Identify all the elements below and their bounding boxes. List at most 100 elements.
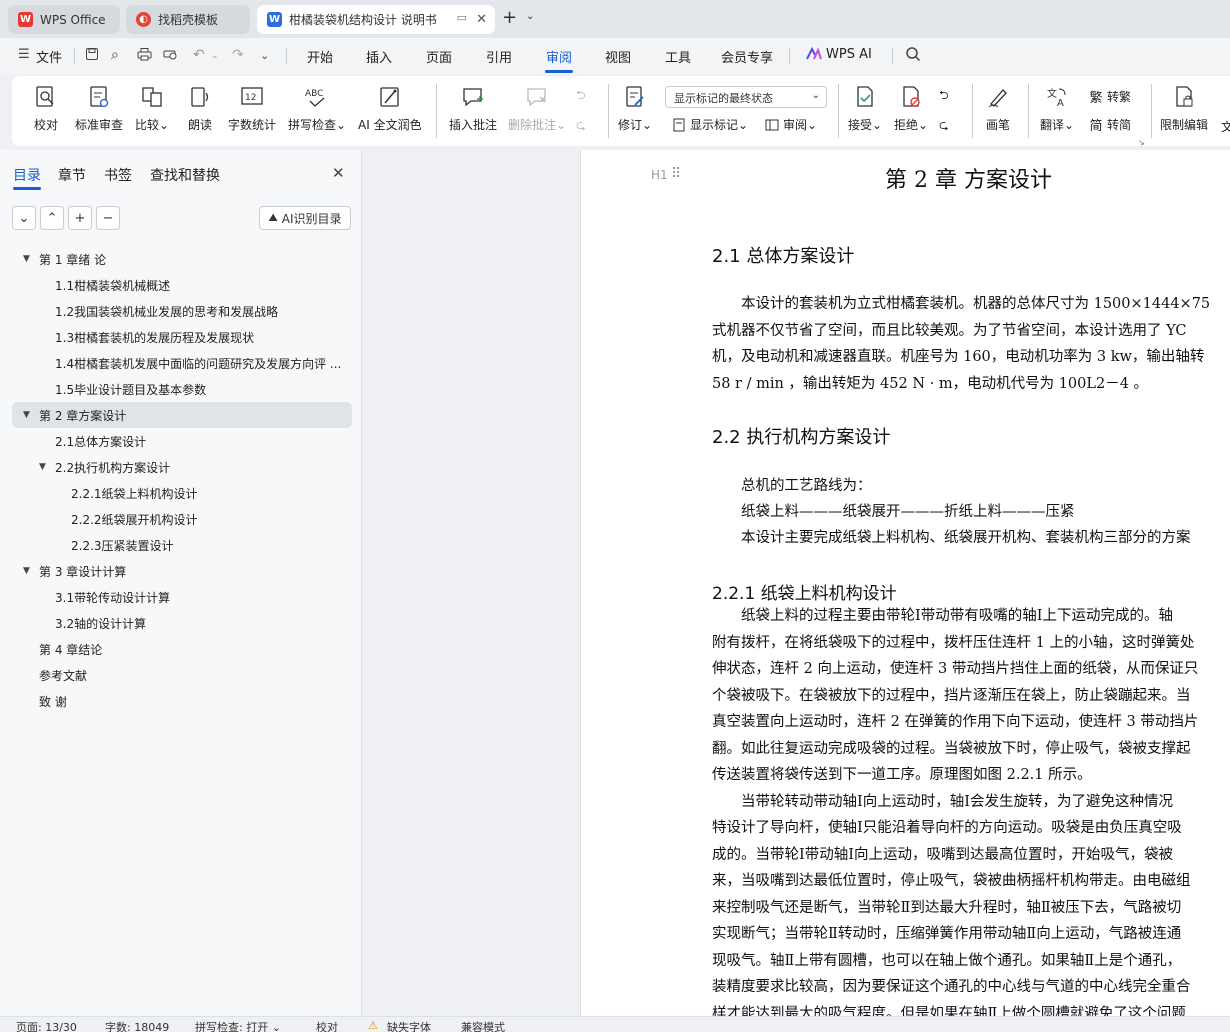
writer-doc-icon: W: [267, 12, 282, 27]
toc-item[interactable]: 2.2.3压紧装置设计: [12, 532, 352, 558]
show-markup-button[interactable]: 显示标记 ⌄: [671, 116, 748, 133]
toc-item[interactable]: 1.5毕业设计题目及基本参数: [12, 376, 352, 402]
monitor-icon[interactable]: ▭: [457, 11, 467, 24]
menu-view[interactable]: 视图: [605, 47, 631, 66]
menu-home[interactable]: 开始: [307, 47, 333, 66]
spell-check-status[interactable]: 拼写检查: 打开 ⌄: [195, 1019, 281, 1032]
toc-item[interactable]: 1.1柑橘装袋机械概述: [12, 272, 352, 298]
print-preview-icon[interactable]: [163, 47, 178, 65]
new-tab-plus-icon[interactable]: +: [502, 7, 517, 28]
add-heading-button[interactable]: +: [68, 206, 92, 230]
proofread-button[interactable]: 校对: [33, 76, 59, 146]
toc-item[interactable]: 2.2.1纸袋上料机构设计: [12, 480, 352, 506]
ink-pen-button[interactable]: 画笔: [985, 76, 1011, 146]
ribbon-launcher-icon[interactable]: ↘: [1138, 138, 1145, 147]
tab-chapters[interactable]: 章节: [58, 165, 86, 185]
review-pane-button[interactable]: 审阅 ⌄: [764, 116, 817, 133]
page-count[interactable]: 页面: 13/30: [16, 1019, 77, 1032]
toc-item[interactable]: ▼ 第 3 章设计计算: [12, 558, 352, 584]
tab-wps-office[interactable]: W WPS Office: [8, 5, 120, 34]
svg-text:ABC: ABC: [305, 89, 323, 99]
menu-member[interactable]: 会员专享: [721, 47, 773, 66]
undo-icon[interactable]: ↶: [193, 47, 205, 63]
tab-find-replace[interactable]: 查找和替换: [150, 165, 220, 185]
next-comment-icon[interactable]: ⮎: [576, 116, 586, 137]
toc-item-label: 3.2轴的设计计算: [55, 616, 147, 631]
heading-level-marker[interactable]: H1: [651, 168, 668, 182]
markup-display-select[interactable]: 显示标记的最终状态 ⌄: [665, 86, 827, 108]
tab-docer-templates[interactable]: ◐ 找稻壳模板: [126, 5, 250, 34]
divider: [838, 84, 839, 138]
redo-icon[interactable]: ↷: [232, 47, 244, 63]
toc-item[interactable]: 第 4 章结论: [12, 636, 352, 662]
restrict-editing-button[interactable]: 限制编辑: [1160, 76, 1208, 146]
expand-triangle-icon[interactable]: ▼: [23, 410, 30, 420]
ai-toc-icon: ⛰: [268, 211, 278, 224]
print-icon[interactable]: [137, 47, 152, 65]
standard-review-button[interactable]: 标准审查: [75, 76, 123, 146]
toc-item[interactable]: ▼ 第 2 章方案设计: [12, 402, 352, 428]
translate-button[interactable]: 文A 翻译⌄: [1040, 76, 1074, 146]
save-icon[interactable]: [85, 47, 99, 65]
previous-comment-icon[interactable]: ⮌: [576, 86, 586, 107]
toc-item[interactable]: 2.1总体方案设计: [12, 428, 352, 454]
tab-bookmarks[interactable]: 书签: [104, 165, 132, 185]
collapse-up-button[interactable]: ⌃: [40, 206, 64, 230]
close-pane-icon[interactable]: ✕: [332, 164, 345, 182]
link-icon[interactable]: ⌕: [111, 47, 119, 63]
hamburger-menu-icon[interactable]: ☰: [18, 47, 30, 62]
toc-item[interactable]: 1.3柑橘套装机的发展历程及发展现状: [12, 324, 352, 350]
read-aloud-button[interactable]: 朗读: [187, 76, 213, 146]
menu-tools[interactable]: 工具: [665, 47, 691, 66]
reject-button[interactable]: 拒绝⌄: [894, 76, 928, 146]
word-count-button[interactable]: 12 字数统计: [228, 76, 276, 146]
toc-item[interactable]: 3.1带轮传动设计计算: [12, 584, 352, 610]
chevron-down-icon[interactable]: ⌄: [211, 51, 219, 61]
expand-triangle-icon[interactable]: ▼: [39, 462, 46, 472]
menu-wps-ai[interactable]: WPS AI: [826, 47, 872, 62]
toc-item[interactable]: 1.2我国装袋机械业发展的思考和发展战略: [12, 298, 352, 324]
menu-references[interactable]: 引用: [486, 47, 512, 66]
search-icon[interactable]: [905, 46, 921, 66]
close-tab-icon[interactable]: ✕: [476, 12, 487, 27]
expand-triangle-icon[interactable]: ▼: [23, 566, 30, 576]
accept-button[interactable]: 接受⌄: [848, 76, 882, 146]
toc-item[interactable]: 参考文献: [12, 662, 352, 688]
expand-down-button[interactable]: ⌄: [12, 206, 36, 230]
insert-comment-button[interactable]: 插入批注: [449, 76, 497, 146]
expand-triangle-icon[interactable]: ▼: [23, 254, 30, 264]
next-change-icon[interactable]: ⮎: [939, 116, 949, 137]
track-changes-button[interactable]: 修订⌄: [618, 76, 652, 146]
drag-handle-icon[interactable]: ⠿: [671, 166, 681, 182]
proofread-label: 校对: [33, 118, 58, 132]
chevron-down-icon[interactable]: ⌄: [526, 11, 534, 22]
delete-comment-button[interactable]: 删除批注⌄: [508, 76, 566, 146]
more-chevron-icon[interactable]: ⌄: [260, 49, 269, 62]
document-page[interactable]: H1 ⠿ 第 2 章 方案设计 2.1 总体方案设计 本设计的套装机为立式柑橘套…: [580, 150, 1230, 1016]
ai-polish-button[interactable]: AI 全文润色: [358, 76, 422, 146]
tab-current-document[interactable]: W 柑橘装袋机结构设计 说明书 ▭ ✕: [257, 5, 495, 34]
toc-item[interactable]: ▼ 第 1 章绪 论: [12, 246, 352, 272]
word-count[interactable]: 字数: 18049: [105, 1019, 169, 1032]
proofread-status[interactable]: 校对: [316, 1019, 338, 1032]
previous-change-icon[interactable]: ⮌: [939, 86, 949, 107]
remove-heading-button[interactable]: −: [96, 206, 120, 230]
ai-toc-button[interactable]: ⛰ AI识别目录: [259, 206, 351, 230]
tab-toc[interactable]: 目录: [13, 165, 41, 185]
toc-item[interactable]: 致 谢: [12, 688, 352, 714]
menu-review[interactable]: 审阅: [546, 47, 572, 66]
toc-item-label: 1.5毕业设计题目及基本参数: [55, 382, 207, 397]
menu-page[interactable]: 页面: [426, 47, 452, 66]
to-simplified-button[interactable]: 简 转简: [1088, 116, 1131, 134]
text-line: 本设计的套装机为立式柑橘套装机。机器的总体尺寸为 1500×1444×75: [712, 296, 1211, 312]
compare-button[interactable]: 比较⌄: [135, 76, 169, 146]
toc-item[interactable]: 1.4柑橘套装机发展中面临的问题研究及发展方向评 ...: [12, 350, 352, 376]
toc-item[interactable]: 2.2.2纸袋展开机构设计: [12, 506, 352, 532]
menu-insert[interactable]: 插入: [366, 47, 392, 66]
toc-item[interactable]: ▼ 2.2执行机构方案设计: [12, 454, 352, 480]
to-traditional-button[interactable]: 繁 转繁: [1088, 88, 1131, 106]
menu-file[interactable]: 文件: [36, 47, 62, 66]
missing-font-status[interactable]: 缺失字体: [387, 1019, 431, 1032]
toc-item[interactable]: 3.2轴的设计计算: [12, 610, 352, 636]
spell-check-button[interactable]: ABC 拼写检查⌄: [288, 76, 346, 146]
